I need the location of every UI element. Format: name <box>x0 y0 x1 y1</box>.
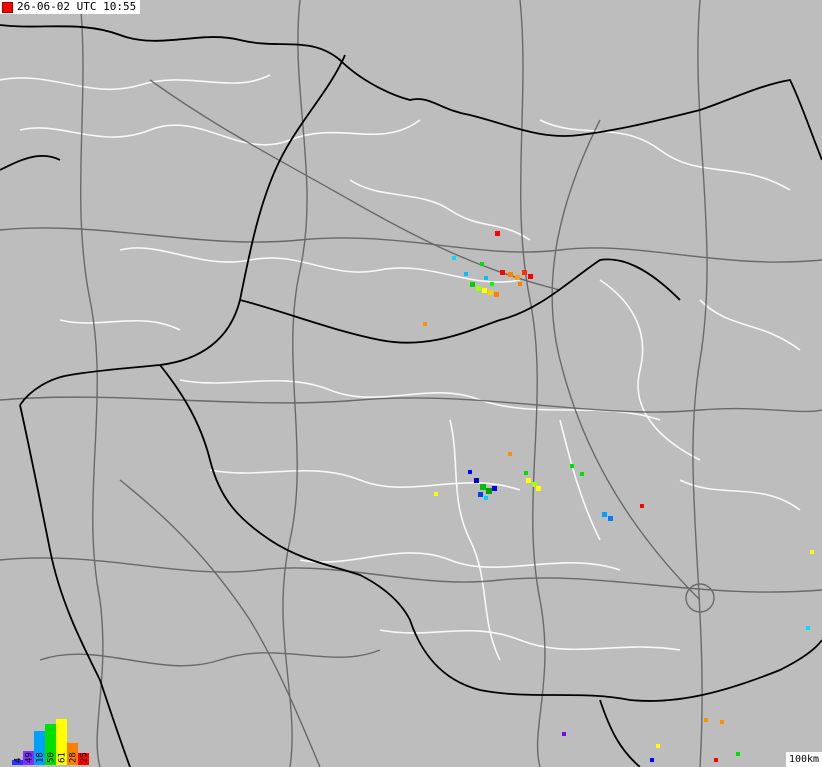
legend-label: 18 <box>36 752 46 763</box>
lightning-map: 4 49 18 50 61 28 25 <box>0 0 822 767</box>
legend-label: 28 <box>69 752 79 763</box>
legend-label: 49 <box>25 752 35 763</box>
legend-label: 25 <box>80 752 90 763</box>
legend-label: 61 <box>58 752 68 763</box>
timestamp-label: 26-06-02 UTC 10:55 <box>0 0 141 14</box>
timestamp-text: 26-06-02 UTC 10:55 <box>17 0 137 13</box>
scale-label: 100km <box>786 752 822 767</box>
legend-label: 4 <box>14 758 24 763</box>
red-marker-icon <box>2 1 13 13</box>
legend-label: 50 <box>47 752 57 763</box>
